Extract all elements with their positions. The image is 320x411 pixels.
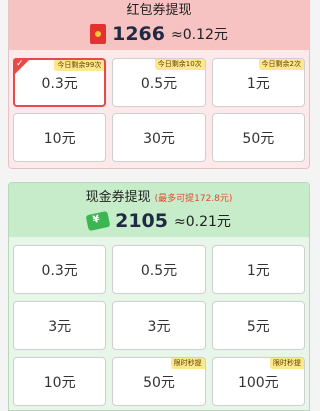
option-label: 0.5元 (140, 262, 178, 279)
flash-badge: 限时秒提 (270, 358, 304, 369)
cash-bundle-icon (85, 210, 111, 232)
cash-balance: 2105 ≈0.21元 (9, 208, 309, 234)
flash-badge: 限时秒提 (170, 358, 205, 369)
red-option-2[interactable]: 今日剩余2次 1元 (211, 58, 305, 107)
cash-panel: 现金券提现(最多可提172.8元) 2105 ≈0.21元 0.3元 0.5元 … (8, 182, 310, 411)
option-label: 10元 (43, 130, 76, 147)
option-label: 0.5元 (140, 75, 178, 92)
cash-limit: (最多可提172.8元) (154, 194, 233, 204)
remaining-badge: 今日剩余2次 (258, 59, 304, 70)
red-options-grid: ✓ 今日剩余99次 0.3元 今日剩余10次 0.5元 今日剩余2次 1元 10… (13, 58, 305, 162)
red-option-0[interactable]: ✓ 今日剩余99次 0.3元 (13, 58, 107, 107)
cash-title-row: 现金券提现 (最多可提172.8元) (9, 183, 309, 208)
option-label: 100元 (237, 374, 279, 391)
option-label: 50元 (242, 130, 275, 147)
red-packet-amount: 1266 (112, 23, 165, 45)
cash-option-0[interactable]: 0.3元 (13, 245, 107, 294)
option-label: 50元 (143, 374, 175, 391)
option-label: 10元 (43, 374, 76, 391)
cash-option-6[interactable]: 10元 (13, 357, 107, 406)
cash-option-7[interactable]: 限时秒提 50元 (112, 357, 206, 406)
red-option-5[interactable]: 50元 (211, 113, 305, 162)
remaining-badge: 今日剩余99次 (54, 60, 105, 71)
option-label: 1元 (246, 75, 270, 92)
cash-option-3[interactable]: 3元 (13, 301, 107, 350)
red-option-3[interactable]: 10元 (13, 113, 107, 162)
cash-option-2[interactable]: 1元 (211, 245, 305, 294)
red-packet-icon (90, 24, 107, 44)
option-label: 3元 (147, 318, 171, 335)
cash-option-4[interactable]: 3元 (112, 301, 206, 350)
cash-options-grid: 0.3元 0.5元 1元 3元 3元 5元 10元 限时秒提 50元 限时秒提 … (13, 245, 305, 406)
cash-option-5[interactable]: 5元 (211, 301, 305, 350)
cash-approx: ≈0.21元 (173, 214, 231, 230)
cash-title: 现金券提现 (85, 190, 151, 205)
red-packet-approx: ≈0.12元 (170, 27, 228, 43)
red-option-4[interactable]: 30元 (112, 113, 206, 162)
red-option-1[interactable]: 今日剩余10次 0.5元 (112, 58, 206, 107)
cash-header: 现金券提现(最多可提172.8元) 2105 ≈0.21元 (9, 183, 309, 237)
cash-option-8[interactable]: 限时秒提 100元 (211, 357, 305, 406)
cash-amount: 2105 (115, 210, 168, 232)
option-label: 0.3元 (41, 262, 78, 279)
remaining-badge: 今日剩余10次 (154, 59, 205, 70)
option-label: 30元 (143, 130, 175, 147)
option-label: 0.3元 (41, 75, 78, 92)
cash-option-1[interactable]: 0.5元 (112, 245, 206, 294)
option-label: 3元 (48, 318, 72, 335)
option-label: 1元 (246, 262, 270, 279)
red-packet-panel: 红包券提现 1266 ≈0.12元 ✓ 今日剩余99次 0.3元 今日剩余10次… (8, 0, 310, 169)
red-packet-balance: 1266 ≈0.12元 (9, 20, 309, 48)
option-label: 5元 (246, 318, 270, 335)
red-packet-title: 红包券提现 (126, 3, 192, 18)
red-packet-header: 红包券提现 1266 ≈0.12元 (9, 0, 309, 50)
